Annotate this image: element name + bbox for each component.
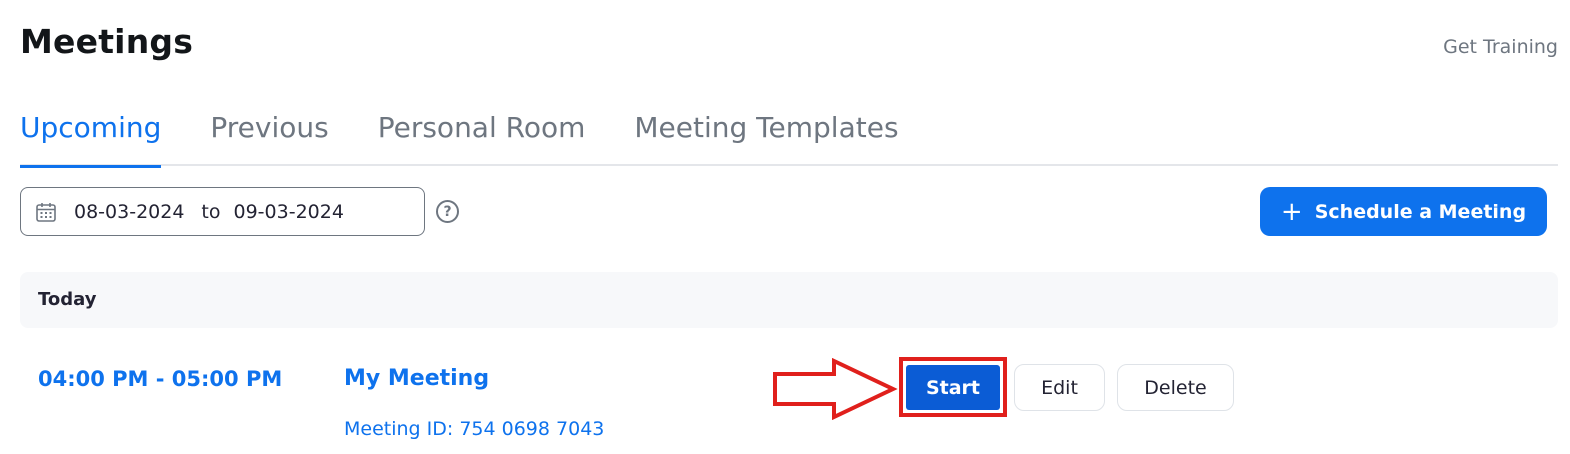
tab-upcoming[interactable]: Upcoming xyxy=(20,104,162,168)
page-title: Meetings xyxy=(20,22,194,61)
plus-icon: + xyxy=(1280,196,1303,227)
from-date: 08-03-2024 xyxy=(74,200,185,223)
get-training-link[interactable]: Get Training xyxy=(1443,36,1558,58)
meetings-page: Meetings Get Training Upcoming Previous … xyxy=(0,0,1570,454)
start-button[interactable]: Start xyxy=(906,365,1000,410)
to-label: to xyxy=(201,200,221,223)
meeting-name-link[interactable]: My Meeting xyxy=(344,366,489,391)
meeting-id: Meeting ID: 754 0698 7043 xyxy=(344,418,605,440)
delete-button[interactable]: Delete xyxy=(1117,364,1234,411)
meeting-tabs: Upcoming Previous Personal Room Meeting … xyxy=(20,104,1558,168)
section-heading-today: Today xyxy=(20,272,1558,328)
question-circle-icon[interactable]: ? xyxy=(436,200,459,223)
date-range-picker[interactable]: 08-03-2024 to 09-03-2024 xyxy=(20,187,425,236)
tab-meeting-templates[interactable]: Meeting Templates xyxy=(634,104,898,166)
right-arrow-outline-icon xyxy=(773,358,898,420)
calendar-icon xyxy=(36,202,56,222)
tab-personal-room[interactable]: Personal Room xyxy=(378,104,586,166)
schedule-meeting-label: Schedule a Meeting xyxy=(1314,200,1527,223)
meeting-time: 04:00 PM - 05:00 PM xyxy=(38,367,283,391)
schedule-meeting-button[interactable]: + Schedule a Meeting xyxy=(1260,187,1547,236)
tab-previous[interactable]: Previous xyxy=(210,104,328,166)
to-date: 09-03-2024 xyxy=(233,200,344,223)
edit-button[interactable]: Edit xyxy=(1014,364,1105,411)
